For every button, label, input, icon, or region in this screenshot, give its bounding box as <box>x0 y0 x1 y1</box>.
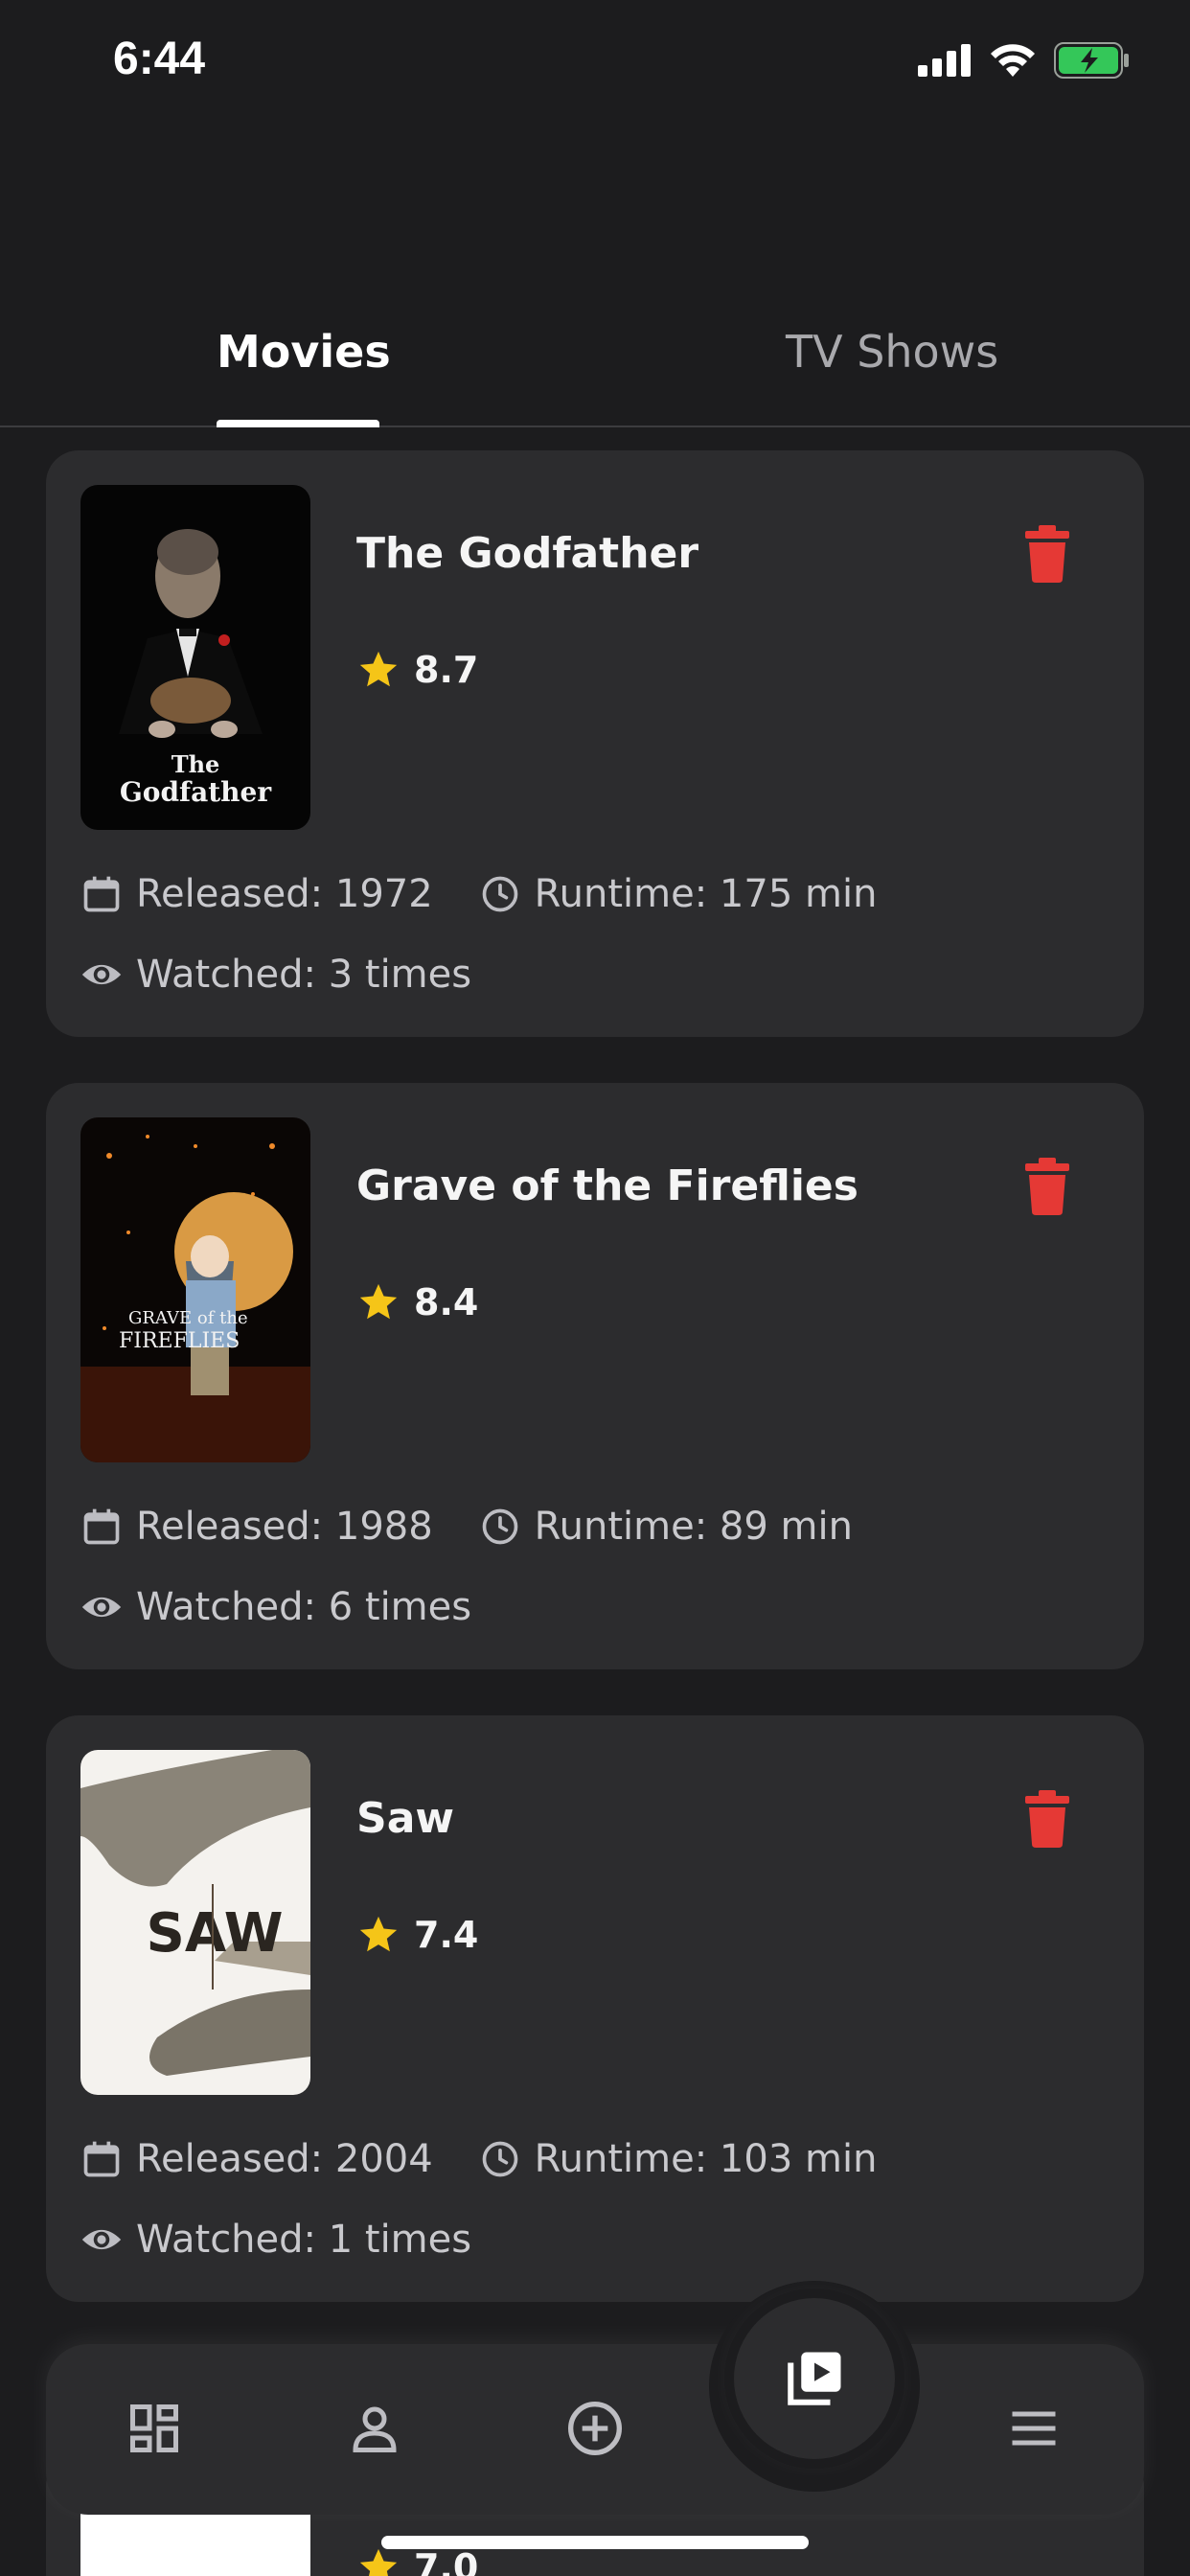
star-icon <box>359 2548 398 2576</box>
watch-count-row: Watched: 6 times <box>80 1585 517 1629</box>
release-year: Released: 1988 <box>136 1505 433 1549</box>
watch-info: Watched: 3 times <box>80 953 471 997</box>
release-year: Released: 1972 <box>136 872 433 916</box>
delete-icon[interactable] <box>1025 525 1069 583</box>
svg-text:GRAVE of the: GRAVE of the <box>128 1308 248 1328</box>
movie-poster: SAW <box>80 1750 310 2095</box>
eye-icon <box>81 2229 122 2250</box>
movie-title: Saw <box>356 1794 455 1843</box>
movie-poster: GRAVE of the FIREFLIES <box>80 1117 310 1462</box>
profile-icon <box>353 2406 397 2452</box>
watch-count: Watched: 1 times <box>136 2218 472 2262</box>
cellular-signal-icon <box>918 44 971 77</box>
star-icon <box>359 1916 398 1952</box>
movie-rating: 8.4 <box>356 1280 478 1324</box>
release-info: Released: 1988 <box>80 1505 433 1549</box>
movie-title: The Godfather <box>356 529 699 578</box>
add-circle-icon <box>568 2402 622 2455</box>
rating-value: 8.4 <box>414 1281 479 1323</box>
movie-rating: 7.4 <box>356 1913 478 1957</box>
nav-add[interactable] <box>563 2397 627 2460</box>
movie-card[interactable]: GRAVE of the FIREFLIES Grave of the Fire… <box>46 1083 1144 1669</box>
movie-rating: 8.7 <box>356 648 478 692</box>
movie-card[interactable]: SAW Saw 7.4 Released: 2004 Runtime: 103 … <box>46 1715 1144 2302</box>
dashboard-icon <box>130 2404 178 2452</box>
clock-icon <box>482 1508 518 1545</box>
calendar-icon <box>83 1508 120 1545</box>
release-year: Released: 2004 <box>136 2137 433 2181</box>
movie-meta-row: Released: 2004 Runtime: 103 min <box>80 2137 923 2181</box>
svg-text:The: The <box>172 750 220 778</box>
home-indicator <box>381 2536 809 2549</box>
nav-menu[interactable] <box>1002 2397 1065 2460</box>
wifi-icon <box>991 44 1035 77</box>
release-info: Released: 1972 <box>80 872 433 916</box>
active-tab-indicator <box>217 420 379 427</box>
release-info: Released: 2004 <box>80 2137 433 2181</box>
movie-card[interactable]: The Godfather The Godfather 8.7 Released… <box>46 450 1144 1037</box>
runtime: Runtime: 103 min <box>534 2137 878 2181</box>
watch-count-row: Watched: 3 times <box>80 953 517 997</box>
app-screen: 6:44 Movies TV Shows The Godfather The G… <box>0 0 1190 2576</box>
watch-info: Watched: 1 times <box>80 2218 471 2262</box>
calendar-icon <box>83 876 120 912</box>
watch-count: Watched: 6 times <box>136 1585 472 1629</box>
battery-charging-icon <box>1054 42 1129 79</box>
bottom-nav-bar <box>46 2344 1144 2515</box>
tab-tv-shows[interactable]: TV Shows <box>786 326 998 378</box>
watch-count: Watched: 3 times <box>136 953 472 997</box>
movie-poster: The Godfather <box>80 485 310 830</box>
star-icon <box>359 1283 398 1320</box>
rating-value: 7.4 <box>414 1914 479 1956</box>
watch-info: Watched: 6 times <box>80 1585 471 1629</box>
status-time: 6:44 <box>113 34 206 84</box>
movie-meta-row: Released: 1988 Runtime: 89 min <box>80 1505 899 1549</box>
nav-profile[interactable] <box>343 2397 406 2460</box>
movie-meta-row: Released: 1972 Runtime: 175 min <box>80 872 923 916</box>
rating-value: 7.0 <box>414 2546 479 2576</box>
runtime-info: Runtime: 89 min <box>479 1505 853 1549</box>
delete-icon[interactable] <box>1025 1790 1069 1848</box>
status-bar: 6:44 <box>0 0 1190 129</box>
svg-text:Godfather: Godfather <box>120 776 272 808</box>
calendar-icon <box>83 2141 120 2177</box>
watchlist-fab-button[interactable] <box>734 2298 895 2459</box>
movie-rating: 7.0 <box>356 2545 478 2576</box>
video-library-play-icon <box>788 2352 841 2405</box>
svg-text:SAW: SAW <box>147 1902 284 1965</box>
runtime-info: Runtime: 103 min <box>479 2137 878 2181</box>
runtime-info: Runtime: 175 min <box>479 872 878 916</box>
menu-icon <box>1012 2411 1056 2446</box>
eye-icon <box>81 1597 122 1618</box>
delete-icon[interactable] <box>1025 1158 1069 1215</box>
tab-bar: Movies TV Shows <box>0 288 1190 427</box>
runtime: Runtime: 175 min <box>534 872 878 916</box>
clock-icon <box>482 876 518 912</box>
clock-icon <box>482 2141 518 2177</box>
eye-icon <box>81 964 122 985</box>
tab-movies[interactable]: Movies <box>217 326 391 378</box>
watch-count-row: Watched: 1 times <box>80 2218 517 2262</box>
nav-dashboard[interactable] <box>123 2397 186 2460</box>
movie-title: Grave of the Fireflies <box>356 1162 858 1210</box>
status-icons <box>918 42 1131 79</box>
svg-text:FIREFLIES: FIREFLIES <box>119 1329 240 1353</box>
star-icon <box>359 651 398 687</box>
runtime: Runtime: 89 min <box>534 1505 853 1549</box>
rating-value: 8.7 <box>414 649 479 691</box>
